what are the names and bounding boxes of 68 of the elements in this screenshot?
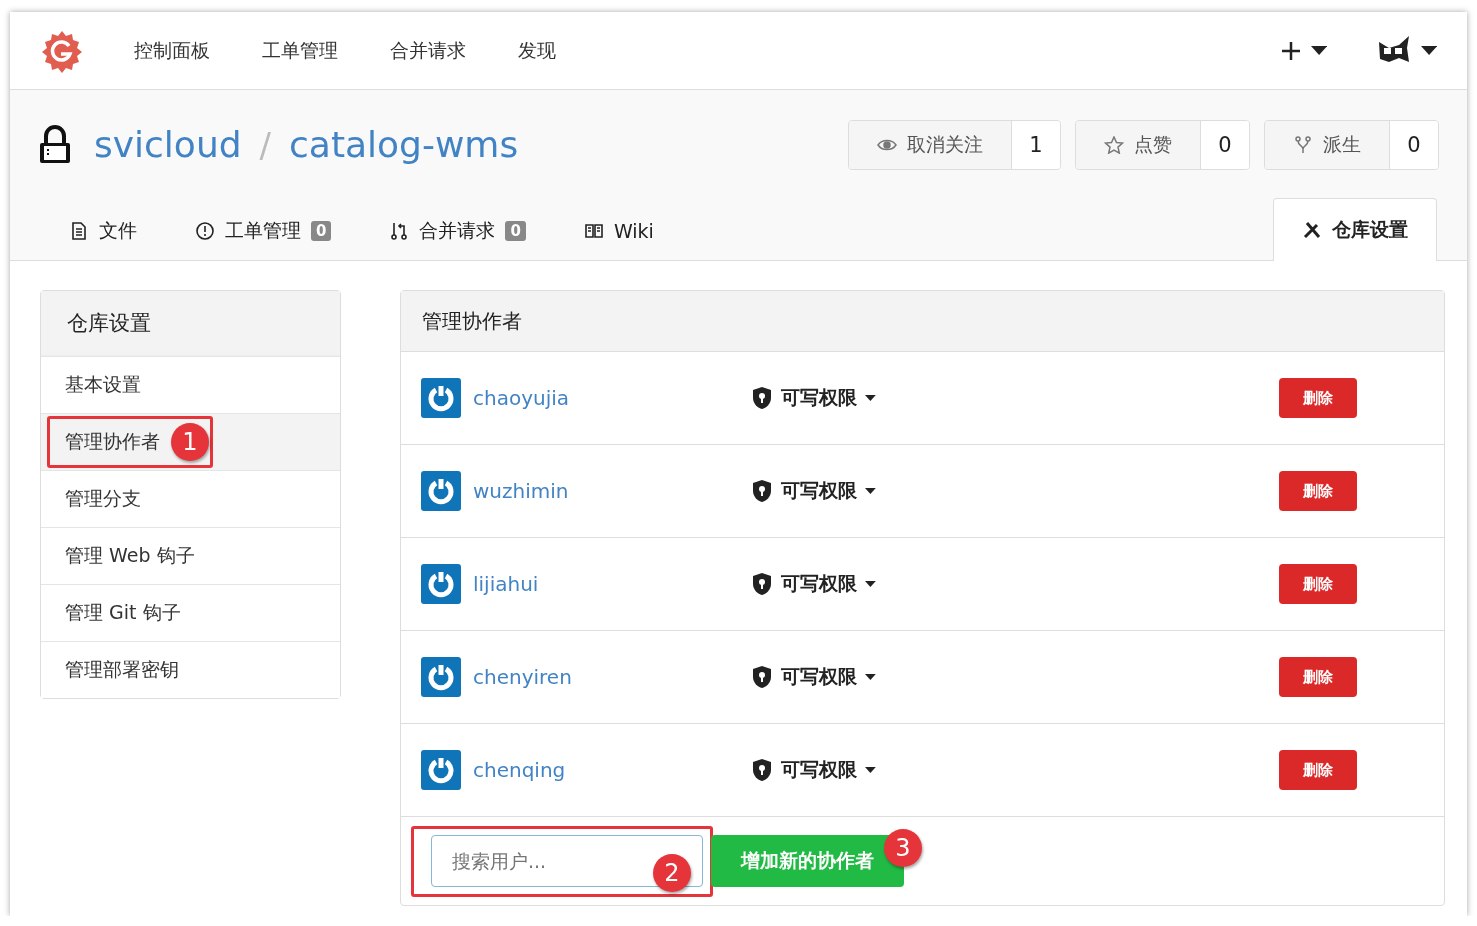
step-number: 3 (884, 829, 922, 867)
count-label[interactable]: 0 (1201, 120, 1249, 169)
power-icon (427, 477, 455, 505)
shield-lock-icon (751, 572, 773, 596)
caret-icon (865, 581, 876, 587)
caret-icon (865, 488, 876, 494)
nav-link[interactable]: 发现 (518, 37, 556, 64)
fork-button[interactable]: 派生 (1265, 120, 1390, 169)
delete-button[interactable]: 删除 (1279, 657, 1357, 697)
power-icon (427, 663, 455, 691)
caret-icon (1310, 46, 1327, 55)
nav-link[interactable]: 控制面板 (134, 37, 210, 64)
permission-dropdown[interactable]: 可写权限 (751, 757, 1279, 783)
star-icon (1104, 135, 1124, 154)
merge-request-icon (389, 221, 410, 241)
owner-link[interactable]: svicloud (94, 124, 242, 165)
username-link[interactable]: wuzhimin (473, 479, 751, 503)
plus-icon (1280, 40, 1301, 61)
repo-link[interactable]: catalog-wms (289, 124, 519, 165)
caret-icon (865, 674, 876, 680)
document-icon (69, 221, 89, 241)
repo-tab[interactable]: 合并请求 0 (360, 200, 555, 261)
delete-button[interactable]: 删除 (1279, 471, 1357, 511)
username-link[interactable]: lijiahui (473, 572, 751, 596)
repo-tab[interactable]: 工单管理 0 (166, 200, 361, 261)
sidebar-title: 仓库设置 (41, 291, 340, 356)
username-link[interactable]: chaoyujia (473, 386, 751, 410)
shield-lock-icon (751, 386, 773, 410)
sidebar-item[interactable]: 管理部署密钥 (41, 641, 340, 698)
repo-tab[interactable]: 文件 (40, 200, 166, 261)
delete-button[interactable]: 删除 (1279, 750, 1357, 790)
count-label[interactable]: 0 (1390, 120, 1438, 169)
power-icon (427, 570, 455, 598)
nav-link[interactable]: 工单管理 (262, 37, 338, 64)
delete-button[interactable]: 删除 (1279, 564, 1357, 604)
repo-tab[interactable]: 仓库设置 (1273, 198, 1437, 261)
username-link[interactable]: chenqing (473, 758, 751, 782)
book-icon (583, 221, 604, 241)
permission-dropdown[interactable]: 可写权限 (751, 478, 1279, 504)
path-separator: / (259, 124, 272, 165)
delete-button[interactable]: 删除 (1279, 378, 1357, 418)
power-icon (427, 384, 455, 412)
exclamation-circle-icon (195, 221, 215, 241)
step-number: 1 (171, 423, 209, 461)
tools-icon (1302, 220, 1322, 240)
watch-button[interactable]: 取消关注 (849, 120, 1012, 169)
permission-dropdown[interactable]: 可写权限 (751, 385, 1279, 411)
nav-link[interactable]: 合并请求 (390, 37, 466, 64)
caret-icon (865, 767, 876, 773)
permission-dropdown[interactable]: 可写权限 (751, 571, 1279, 597)
username-link[interactable]: chenyiren (473, 665, 751, 689)
shield-lock-icon (751, 665, 773, 689)
star-button[interactable]: 点赞 (1076, 120, 1201, 169)
repo-tab[interactable]: Wiki (554, 200, 683, 261)
count-badge: 0 (505, 221, 526, 241)
permission-dropdown[interactable]: 可写权限 (751, 664, 1279, 690)
caret-icon (1420, 46, 1437, 55)
lock-icon (38, 124, 72, 165)
caret-icon (865, 395, 876, 401)
shield-lock-icon (751, 479, 773, 503)
create-menu-button[interactable] (1280, 40, 1327, 61)
count-badge: 0 (311, 221, 332, 241)
sidebar-item[interactable]: 管理协作者 1 (41, 413, 340, 470)
panel-title: 管理协作者 (401, 291, 1444, 352)
count-label[interactable]: 1 (1012, 120, 1060, 169)
power-icon (427, 756, 455, 784)
fork-icon (1293, 135, 1313, 154)
shield-lock-icon (751, 758, 773, 782)
